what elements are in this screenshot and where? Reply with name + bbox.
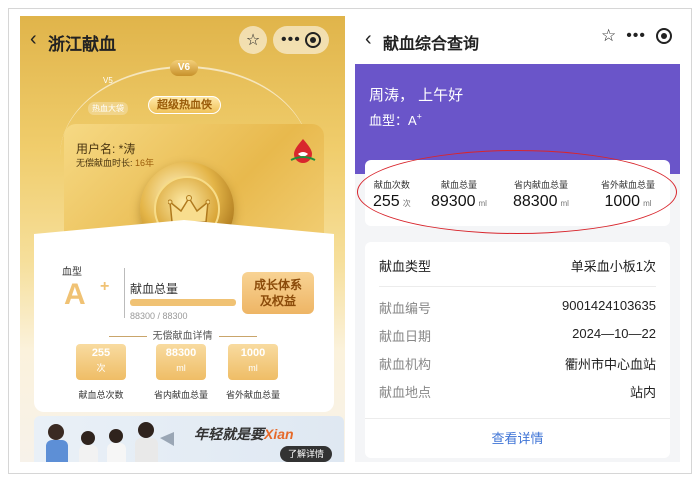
divider xyxy=(124,268,125,318)
stat-unit: ml xyxy=(176,363,186,373)
stat-value: 1000 xyxy=(240,347,266,359)
banner-slogan-text: 年轻就是要 xyxy=(194,426,264,442)
nav-bar: ‹ 献血综合查询 ☆ ••• xyxy=(355,16,680,64)
page-title: 浙江献血 xyxy=(48,35,116,54)
star-icon[interactable]: ☆ xyxy=(601,26,616,46)
blood-type-text: 血型：A xyxy=(369,113,417,128)
promo-banner[interactable]: 年轻就是要Xian 了解详情 xyxy=(34,416,344,462)
blood-type-value: A xyxy=(64,278,86,311)
donation-duration: 无偿献血时长: 16年 xyxy=(76,156,154,169)
stat-value: 255 xyxy=(91,347,111,359)
level-current-badge: V6 xyxy=(170,60,198,76)
details-title-text: 无偿献血详情 xyxy=(152,331,213,342)
record-key: 献血机构 xyxy=(379,357,432,372)
page-title: 献血综合查询 xyxy=(383,36,480,53)
donation-type-label: 献血类型 xyxy=(379,259,432,274)
stat-label: 省外献血总量 xyxy=(225,390,280,400)
record-value: 衢州市中心血站 xyxy=(564,357,656,372)
close-target-icon[interactable] xyxy=(656,28,672,44)
divider xyxy=(365,418,670,419)
stat-box-count: 255 次 xyxy=(76,344,126,380)
duration-value: 16年 xyxy=(135,158,155,168)
banner-slogan: 年轻就是要Xian xyxy=(194,424,294,444)
stat-unit: 次 xyxy=(96,363,106,373)
record-key: 献血日期 xyxy=(379,329,432,344)
stat-unit: ml xyxy=(248,363,258,373)
blood-logo-icon xyxy=(290,139,316,163)
level-title-badge: 超级热血侠 xyxy=(148,96,221,114)
record-value: 站内 xyxy=(629,385,656,400)
stat-box-in-province: 88300 ml xyxy=(156,344,206,380)
more-icon[interactable]: ••• xyxy=(281,31,301,49)
greeting: 周涛， 上午好 xyxy=(369,87,464,104)
record-value: 9001424103635 xyxy=(562,298,656,313)
record-key: 献血编号 xyxy=(379,301,432,316)
user-name: 用户名: *涛 xyxy=(76,142,136,156)
record-row-date: 献血日期 2024—10—22 xyxy=(379,326,656,344)
record-value: 2024—10—22 xyxy=(572,326,656,341)
banner-slogan-highlight: Xian xyxy=(264,426,294,442)
duration-label: 无偿献血时长: xyxy=(76,158,136,168)
miniapp-capsule[interactable]: ••• xyxy=(273,26,329,54)
donation-record-card: 献血类型 单采血小板1次 献血编号 9001424103635 献血日期 202… xyxy=(365,242,670,458)
growth-system-button[interactable]: 成长体系 及权益 xyxy=(242,272,314,314)
total-volume-progress xyxy=(130,299,236,306)
nav-bar: ‹ 浙江献血 ☆ ••• xyxy=(20,16,345,66)
learn-more-button[interactable]: 了解详情 xyxy=(279,446,332,462)
stat-box-out-province: 1000 ml xyxy=(228,344,278,380)
total-volume-value: 88300 / 88300 xyxy=(130,311,188,321)
star-icon[interactable]: ☆ xyxy=(239,26,267,54)
zhejiang-blood-panel: ‹ 浙江献血 ☆ ••• V6 V5 热血大袋 超级热血侠 用户名: *涛 无偿… xyxy=(20,16,345,462)
blood-type-rh: + xyxy=(100,278,110,295)
more-icon[interactable]: ••• xyxy=(626,27,646,45)
chevron-left-icon[interactable]: ‹ xyxy=(30,28,37,51)
capsule-menu: ☆ ••• xyxy=(601,26,672,46)
people-illustration-icon xyxy=(46,422,174,462)
capsule-menu: ☆ ••• xyxy=(239,26,337,54)
divider xyxy=(379,286,656,287)
growth-button-line2: 及权益 xyxy=(259,294,296,308)
chevron-left-icon[interactable]: ‹ xyxy=(365,28,372,51)
donation-type-value: 单采血小板1次 xyxy=(570,259,656,274)
progress-fill xyxy=(130,299,236,306)
view-details-link[interactable]: 查看详情 xyxy=(365,428,670,447)
details-title: 无偿献血详情 xyxy=(20,327,345,342)
total-volume-label: 献血总量 xyxy=(130,282,179,296)
highlight-ellipse xyxy=(357,150,677,234)
close-target-icon[interactable] xyxy=(304,32,321,48)
record-row-institution: 献血机构 衢州市中心血站 xyxy=(379,354,656,372)
record-key: 献血地点 xyxy=(379,385,432,400)
blood-type: 血型：A+ xyxy=(369,110,422,129)
growth-button-line1: 成长体系 xyxy=(253,278,302,292)
blood-type-rh: + xyxy=(416,111,422,122)
level-small-badge: 热血大袋 xyxy=(88,102,128,115)
stat-value: 88300 xyxy=(165,347,197,359)
blood-type-label: 血型 xyxy=(62,267,82,278)
stat-label: 省内献血总量 xyxy=(153,390,208,400)
record-row-id: 献血编号 9001424103635 xyxy=(379,298,656,316)
stat-label: 献血总次数 xyxy=(78,390,124,400)
record-row-location: 献血地点 站内 xyxy=(379,382,656,400)
level-previous-label: V5 xyxy=(103,76,113,85)
donation-query-panel: ‹ 献血综合查询 ☆ ••• 周涛， 上午好 血型：A+ 献血次数 255 次 献… xyxy=(355,16,680,462)
